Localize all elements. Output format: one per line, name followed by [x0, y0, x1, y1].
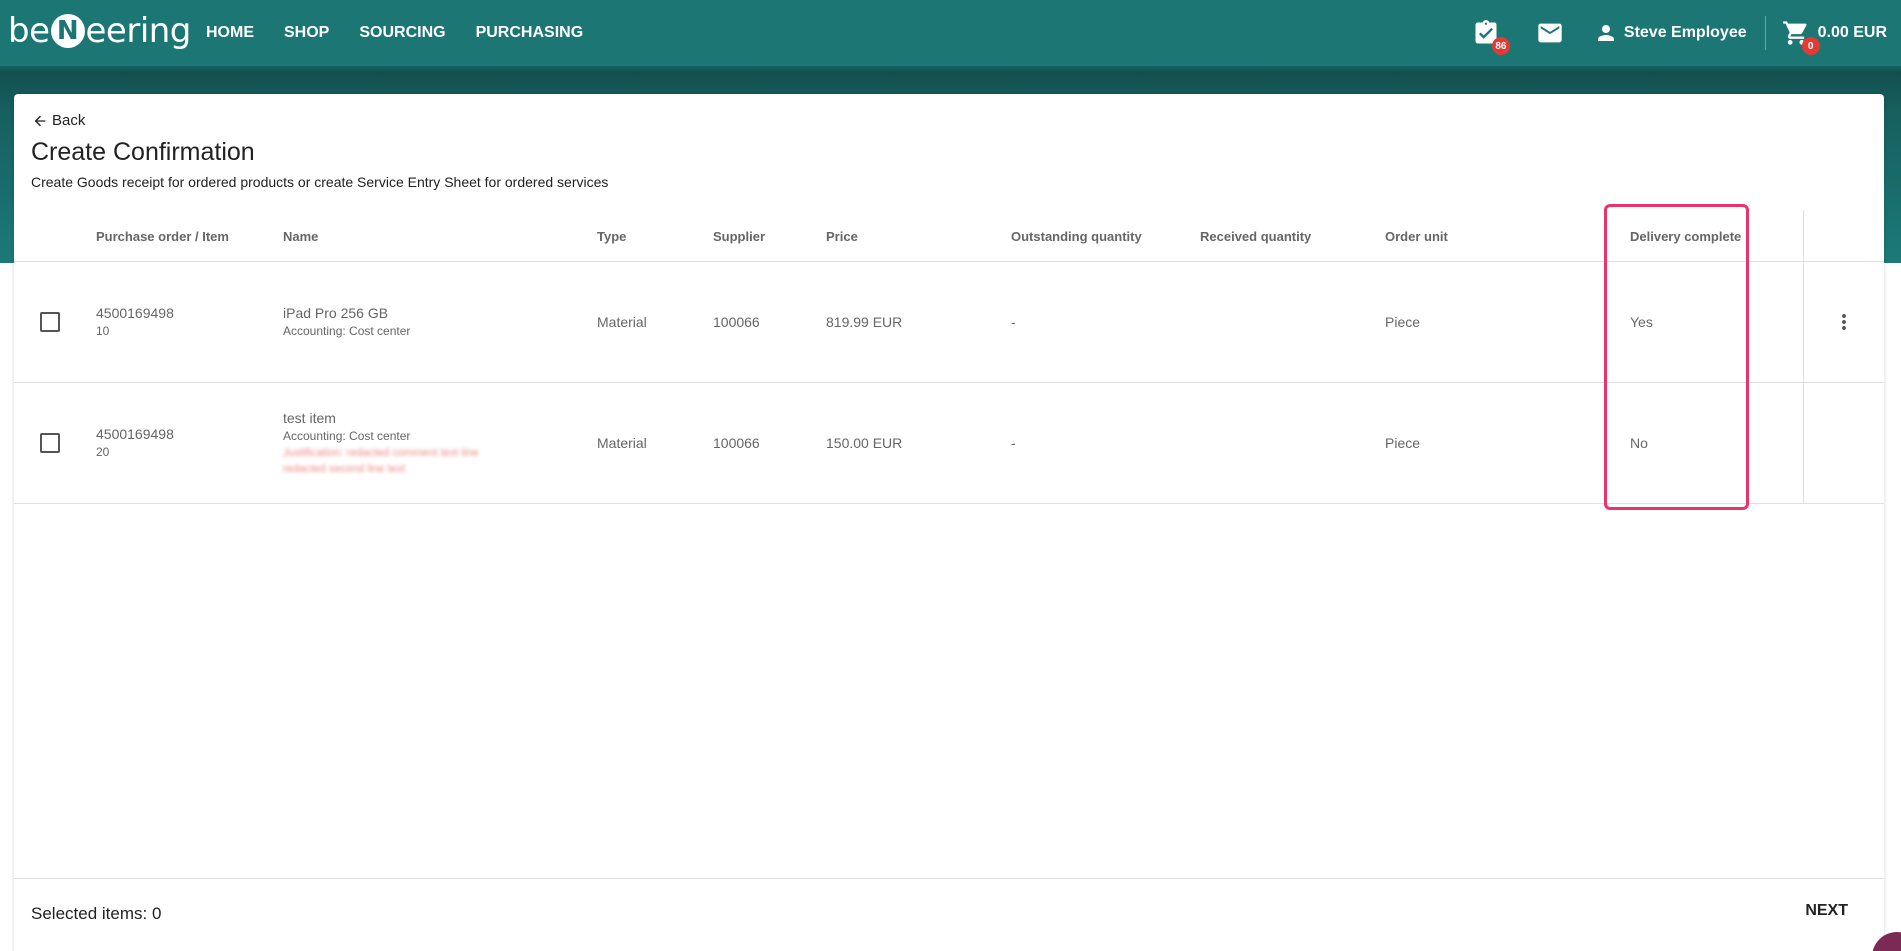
supplier-cell: 100066 [713, 435, 760, 451]
user-menu[interactable]: Steve Employee [1594, 21, 1747, 45]
header-tools: 86 Steve Employee 0 0.00 EUR [1454, 0, 1887, 66]
column-header-received[interactable]: Received quantity [1200, 229, 1311, 244]
unit-cell: Piece [1385, 314, 1421, 330]
column-header-name[interactable]: Name [283, 229, 318, 244]
back-label: Back [52, 112, 86, 129]
next-button[interactable]: NEXT [1805, 902, 1848, 920]
nav-purchasing[interactable]: PURCHASING [476, 24, 584, 42]
po-number: 4500169498 [96, 426, 174, 442]
table-row: 4500169498 20 test item Accounting: Cost… [14, 383, 1884, 504]
po-item: 10 [96, 324, 110, 338]
po-number: 4500169498 [96, 305, 174, 321]
delivery-complete-cell: Yes [1630, 314, 1653, 330]
price-cell: 150.00 EUR [826, 435, 903, 451]
table-row: 4500169498 10 iPad Pro 256 GB Accounting… [14, 262, 1884, 383]
selected-items-count: Selected items: 0 [31, 904, 162, 923]
column-header-delivery-complete[interactable]: Delivery complete [1630, 229, 1741, 244]
column-header-unit[interactable]: Order unit [1385, 229, 1448, 244]
confirmation-table: Purchase order / Item Name Type Supplier… [14, 210, 1884, 504]
page-title: Create Confirmation [31, 138, 255, 166]
messages-button[interactable] [1536, 19, 1564, 47]
cart-icon-wrap: 0 [1782, 19, 1820, 55]
redacted-comment: Justification: redacted comment text lin… [283, 445, 479, 477]
cart-badge: 0 [1801, 37, 1820, 55]
page-subtitle: Create Goods receipt for ordered product… [31, 174, 609, 190]
supplier-cell: 100066 [713, 314, 760, 330]
type-cell: Material [597, 435, 647, 451]
top-navigation-bar: be Neering HOME SHOP SOURCING PURCHASING … [0, 0, 1901, 66]
back-link[interactable]: Back [32, 112, 85, 129]
row-checkbox[interactable] [40, 433, 60, 453]
main-nav: HOME SHOP SOURCING PURCHASING [206, 0, 613, 66]
item-accounting: Accounting: Cost center [283, 429, 411, 443]
mail-icon [1538, 23, 1562, 43]
nav-home[interactable]: HOME [206, 24, 254, 42]
footer-divider [14, 878, 1884, 879]
column-header-price[interactable]: Price [826, 229, 858, 244]
table-header: Purchase order / Item Name Type Supplier… [14, 210, 1884, 262]
logo-text-end: eering [85, 11, 192, 51]
cart-button[interactable]: 0 0.00 EUR [1782, 19, 1887, 55]
row-checkbox[interactable] [40, 312, 60, 332]
name-cell: iPad Pro 256 GB Accounting: Cost center [283, 305, 410, 338]
delivery-complete-cell: No [1630, 435, 1648, 451]
po-cell: 4500169498 20 [96, 426, 174, 459]
unit-cell: Piece [1385, 435, 1421, 451]
nav-shop[interactable]: SHOP [284, 24, 329, 42]
outstanding-cell: - [1011, 435, 1016, 451]
column-header-type[interactable]: Type [597, 229, 626, 244]
nav-sourcing[interactable]: SOURCING [359, 24, 445, 42]
tasks-badge: 86 [1491, 37, 1510, 55]
row-actions-button[interactable] [1832, 310, 1856, 339]
column-header-outstanding[interactable]: Outstanding quantity [1011, 229, 1142, 244]
logo-n-mark: N [50, 14, 85, 48]
confirmation-card: Back Create Confirmation Create Goods re… [14, 94, 1884, 951]
po-item: 20 [96, 445, 110, 459]
column-header-supplier[interactable]: Supplier [713, 229, 765, 244]
item-name: test item [283, 410, 336, 426]
price-cell: 819.99 EUR [826, 314, 903, 330]
person-icon [1597, 25, 1614, 41]
arrow-left-icon [34, 115, 46, 126]
column-header-po[interactable]: Purchase order / Item [96, 229, 229, 244]
item-name: iPad Pro 256 GB [283, 305, 389, 321]
cart-total: 0.00 EUR [1817, 24, 1887, 41]
logo-text-start: be [8, 11, 50, 51]
more-vertical-icon [1842, 314, 1846, 330]
beneering-logo[interactable]: be Neering [8, 10, 191, 52]
user-name: Steve Employee [1623, 24, 1747, 41]
item-accounting: Accounting: Cost center [283, 324, 411, 338]
type-cell: Material [597, 314, 647, 330]
po-cell: 4500169498 10 [96, 305, 174, 338]
redacted-line: redacted second line text [283, 463, 406, 475]
header-divider [1764, 16, 1766, 50]
name-cell: test item Accounting: Cost center Justif… [283, 410, 479, 477]
outstanding-cell: - [1011, 314, 1016, 330]
redacted-line: Justification: redacted comment text lin… [283, 447, 479, 459]
tasks-button[interactable]: 86 [1472, 19, 1510, 55]
